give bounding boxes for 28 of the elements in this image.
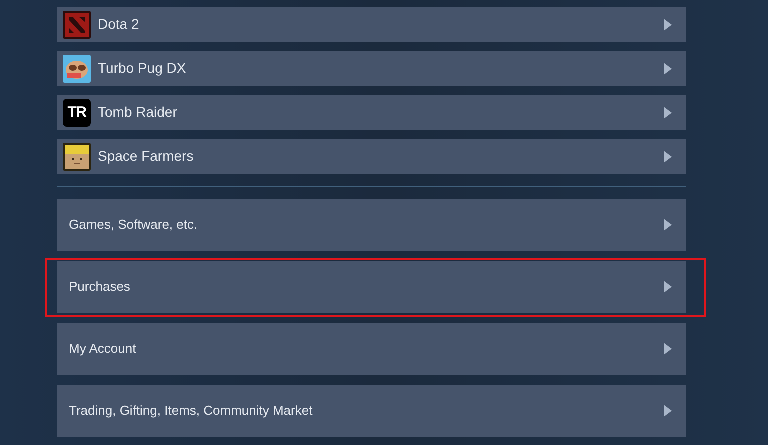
game-row[interactable]: Turbo Pug DX [57,51,686,86]
game-row[interactable]: Dota 2 [57,7,686,42]
caret-icon [664,150,672,162]
game-title: Turbo Pug DX [98,59,188,78]
category-row[interactable]: Purchases [57,261,686,313]
game-title: Tomb Raider [98,103,178,122]
caret-icon [664,18,672,30]
dog-icon [63,54,91,82]
game-title: Dota 2 [98,15,140,34]
category-row[interactable]: Trading, Gifting, Items, Community Market [57,385,686,437]
blocky-face-icon [63,142,91,170]
game-row[interactable]: TR Tomb Raider [57,95,686,130]
caret-icon [664,106,672,118]
category-label: My Account [69,340,138,358]
caret-icon [664,405,672,417]
category-label: Purchases [69,278,132,296]
game-title: Space Farmers [98,147,195,166]
caret-icon [664,219,672,231]
game-row[interactable]: Space Farmers [57,139,686,174]
game-emblem-icon [63,10,91,38]
category-label: Trading, Gifting, Items, Community Market [69,402,314,420]
category-row[interactable]: Games, Software, etc. [57,199,686,251]
category-label: Games, Software, etc. [69,216,199,234]
caret-icon [664,62,672,74]
game-logo-icon: TR [63,98,91,126]
category-row[interactable]: My Account [57,323,686,375]
caret-icon [664,281,672,293]
caret-icon [664,343,672,355]
